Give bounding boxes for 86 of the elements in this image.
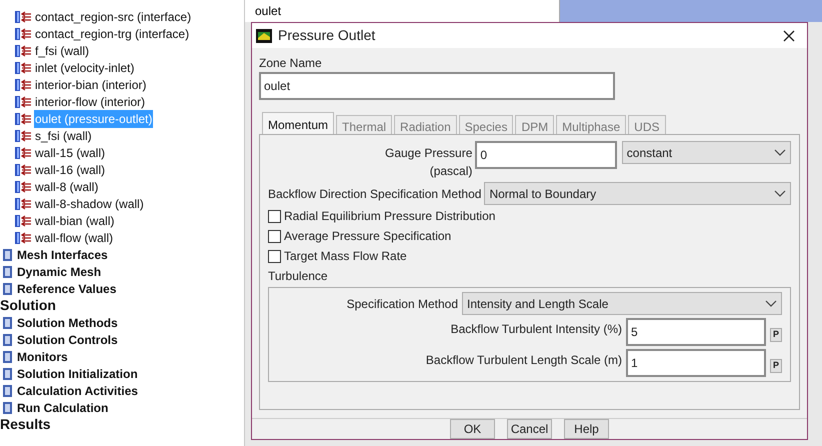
field-label: Zone Name [259, 55, 323, 72]
boundary-zone-icon [14, 44, 32, 58]
boundary-zone-icon [14, 196, 32, 210]
field-label: Backflow Turbulent Intensity (%) [450, 321, 622, 338]
parameter-button[interactable]: P [770, 328, 782, 342]
node-icon [2, 316, 14, 330]
gauge-pressure-field[interactable]: 0 [475, 141, 617, 170]
tree-item[interactable]: wall-16 (wall) [34, 160, 106, 178]
number-field[interactable]: 5 [626, 318, 766, 346]
close-icon[interactable] [783, 30, 795, 42]
tree-item[interactable]: wall-bian (wall) [34, 212, 116, 230]
app-icon [256, 28, 272, 43]
caret-icon [765, 300, 777, 308]
tree-item[interactable]: f_fsi (wall) [34, 42, 90, 60]
tab[interactable]: DPM [515, 115, 554, 134]
boundary-zone-icon [14, 26, 32, 40]
checkbox[interactable] [268, 250, 281, 263]
dialog-button[interactable]: Help [564, 419, 609, 439]
node-icon [2, 332, 14, 346]
tree-item[interactable]: wall-15 (wall) [34, 144, 106, 162]
list-item[interactable]: oulet [255, 4, 282, 18]
method-dropdown[interactable]: Intensity and Length Scale [462, 292, 782, 316]
parameter-button[interactable]: P [770, 359, 782, 374]
tree-item[interactable]: Dynamic Mesh [17, 262, 102, 280]
tree-item[interactable]: wall-8-shadow (wall) [34, 194, 145, 212]
tab[interactable]: Multiphase [556, 115, 626, 134]
node-icon [2, 350, 14, 364]
boundary-zone-icon [14, 112, 32, 126]
field-label: Gauge Pressure (pascal) [384, 145, 472, 180]
tree-item[interactable]: interior-bian (interior) [34, 76, 148, 94]
tree-item[interactable]: Solution Initialization [17, 364, 138, 382]
tree-item[interactable]: contact_region-src (interface) [34, 8, 192, 26]
profile-dropdown[interactable]: constant [622, 141, 791, 164]
group-title: Turbulence [268, 268, 329, 286]
tree-item[interactable]: Mesh Interfaces [17, 246, 108, 264]
node-icon [2, 400, 14, 414]
caret-icon [774, 148, 786, 157]
boundary-zone-icon [14, 214, 32, 228]
boundary-zone-icon [14, 60, 32, 74]
node-icon [2, 282, 14, 296]
checkbox-label: Target Mass Flow Rate [284, 248, 407, 266]
boundary-zone-icon [14, 10, 32, 24]
tab[interactable]: Momentum [262, 112, 334, 134]
checkbox-label: Average Pressure Specification [284, 228, 452, 246]
direction-dropdown[interactable]: Normal to Boundary [484, 182, 791, 206]
zone-name-field[interactable]: oulet [259, 72, 615, 100]
tab[interactable]: UDS [628, 115, 666, 134]
tree-item[interactable]: interior-flow (interior) [34, 92, 146, 110]
tab[interactable]: Radiation [394, 115, 457, 134]
checkbox-label: Radial Equilibrium Pressure Distribution [284, 208, 496, 226]
checkbox[interactable] [268, 230, 281, 243]
tab[interactable]: Thermal [336, 115, 392, 134]
boundary-zone-icon [14, 230, 32, 244]
tree-item[interactable]: s_fsi (wall) [34, 126, 93, 144]
field-label: Specification Method [346, 296, 458, 313]
tree-item[interactable]: Monitors [17, 348, 68, 366]
node-icon [2, 366, 14, 380]
boundary-zone-icon [14, 146, 32, 160]
dialog-button[interactable]: Cancel [507, 419, 552, 439]
tab[interactable]: Species [458, 115, 514, 134]
field-label: Backflow Direction Specification Method [268, 186, 482, 203]
boundary-zone-icon [14, 94, 32, 108]
checkbox[interactable] [268, 210, 281, 223]
tree-item[interactable]: Solution Methods [17, 314, 118, 332]
boundary-zone-icon [14, 162, 32, 176]
tree-item[interactable]: wall-flow (wall) [34, 228, 114, 246]
boundary-zone-icon [14, 128, 32, 142]
field-label: Backflow Turbulent Length Scale (m) [426, 352, 622, 370]
caret-icon [774, 190, 786, 198]
tree-item[interactable]: wall-8 (wall) [34, 178, 100, 196]
tree-item[interactable]: Reference Values [17, 280, 116, 298]
tree-item[interactable]: Calculation Activities [17, 382, 138, 400]
tree-item[interactable]: inlet (velocity-inlet) [34, 58, 136, 76]
window-title: Pressure Outlet [278, 26, 376, 46]
dialog-button[interactable]: OK [450, 419, 495, 439]
tree-item[interactable]: contact_region-trg (interface) [34, 24, 190, 42]
tree-section[interactable]: Results [0, 414, 51, 435]
node-icon [2, 248, 14, 262]
tree-item[interactable]: Solution Controls [17, 330, 118, 348]
tree-section[interactable]: Solution [0, 295, 56, 316]
node-icon [2, 264, 14, 278]
boundary-zone-icon [14, 78, 32, 92]
tree-item[interactable]: Run Calculation [17, 398, 108, 416]
node-icon [2, 384, 14, 398]
boundary-zone-icon [14, 180, 32, 194]
number-field[interactable]: 1 [626, 349, 766, 378]
